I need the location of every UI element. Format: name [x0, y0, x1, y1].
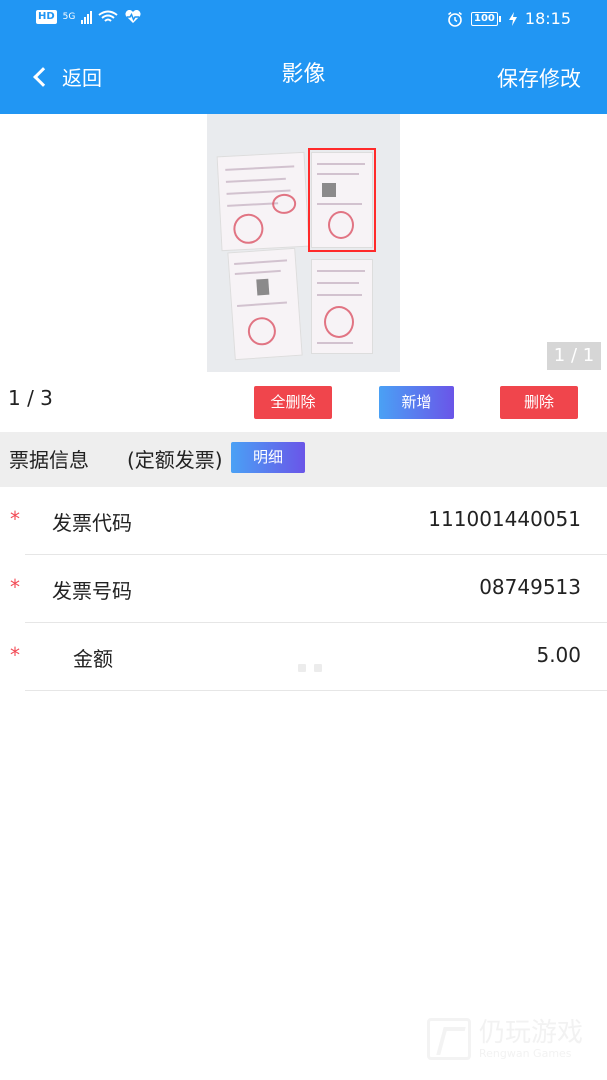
watermark-logo-icon [426, 1018, 471, 1060]
wifi-icon [98, 10, 118, 22]
image-actions: 1 / 3 全删除 新增 删除 [0, 372, 607, 432]
field-label: 发票号码 [52, 579, 132, 603]
invoice-type: (定额发票) [127, 448, 223, 472]
invoice-code-field[interactable]: * 发票代码 111001440051 [0, 487, 607, 555]
section-title: 票据信息 [9, 448, 89, 472]
loading-dots [298, 664, 322, 672]
save-changes-button[interactable]: 保存修改 [497, 63, 581, 93]
status-bar: HD 5G 100 18:15 [0, 0, 607, 38]
receipt-image [216, 151, 310, 252]
invoice-code-value[interactable]: 111001440051 [428, 507, 581, 531]
invoice-number-field[interactable]: * 发票号码 08749513 [0, 555, 607, 623]
required-mark: * [10, 507, 20, 531]
hd-icon: HD [36, 10, 57, 24]
battery-level: 100 [471, 11, 498, 26]
heart-icon [125, 10, 141, 23]
network-type: 5G [62, 12, 76, 22]
back-button[interactable]: 返回 [30, 62, 102, 91]
field-label: 金额 [73, 647, 113, 671]
image-page-badge: 1 / 1 [547, 342, 601, 370]
app-header: HD 5G 100 18:15 返回 影像 保存修改 [0, 0, 607, 114]
receipt-image [227, 247, 303, 361]
add-button[interactable]: 新增 [379, 386, 454, 419]
chevron-left-icon [33, 66, 53, 87]
receipt-image [311, 259, 373, 354]
required-mark: * [10, 643, 20, 667]
amount-value[interactable]: 5.00 [536, 643, 581, 667]
watermark-subtext: Rengwan Games [478, 1046, 572, 1060]
page-count: 1 / 3 [8, 386, 53, 410]
charging-icon [508, 11, 517, 26]
screen: HD 5G 100 18:15 返回 影像 保存修改 1 / 1 1 / 3 全… [0, 0, 607, 1080]
divider [25, 690, 607, 691]
invoice-photo[interactable] [207, 114, 400, 372]
invoice-info-header: 票据信息 (定额发票) 明细 [0, 432, 607, 487]
required-mark: * [10, 575, 20, 599]
back-label: 返回 [62, 66, 102, 90]
battery-icon: 100 [471, 11, 501, 26]
image-viewer[interactable]: 1 / 1 [0, 114, 607, 372]
watermark-text: 仍玩游戏 [478, 1017, 583, 1048]
alarm-icon [448, 11, 462, 27]
detail-button[interactable]: 明细 [231, 442, 305, 473]
delete-all-button[interactable]: 全删除 [254, 386, 332, 419]
clock: 18:15 [524, 9, 571, 28]
selection-box [308, 148, 376, 252]
amount-field[interactable]: * 金额 5.00 [0, 623, 607, 691]
invoice-number-value[interactable]: 08749513 [479, 575, 581, 599]
delete-button[interactable]: 删除 [500, 386, 578, 419]
watermark: 仍玩游戏 Rengwan Games [426, 1017, 583, 1060]
field-label: 发票代码 [52, 511, 132, 535]
signal-icon [81, 10, 93, 24]
